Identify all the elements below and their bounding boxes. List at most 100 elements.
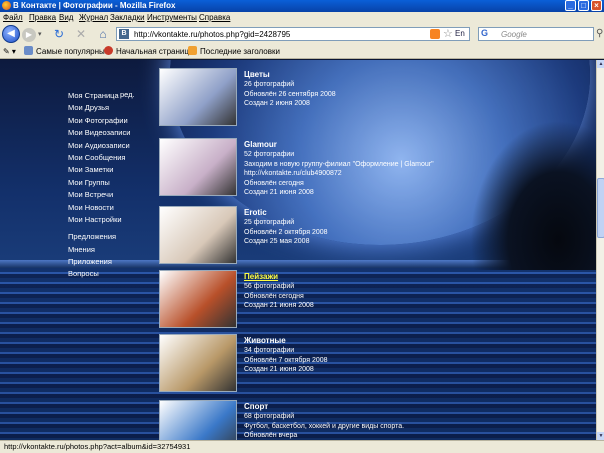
forward-button[interactable]: ▶: [22, 28, 36, 42]
page-content: ред. Моя Страница Мои Друзья Мои Фотогра…: [0, 60, 596, 440]
menu-questions[interactable]: Вопросы: [68, 268, 158, 280]
album-title[interactable]: Спорт: [244, 401, 454, 412]
album-thumbnail[interactable]: [159, 334, 237, 392]
album-photo-count: 56 фотографий: [244, 283, 295, 290]
menu-view[interactable]: Вид: [59, 12, 73, 24]
history-dropdown-icon[interactable]: ▾: [38, 30, 42, 38]
search-input[interactable]: Google: [501, 29, 527, 40]
album-created: Создан 21 июня 2008: [244, 302, 314, 309]
album-thumbnail[interactable]: [159, 206, 237, 264]
album-title[interactable]: Животные: [244, 335, 454, 346]
back-button[interactable]: ◀: [2, 25, 20, 43]
menu-opinions[interactable]: Мнения: [68, 244, 158, 256]
bookmark-folder-icon: [24, 46, 33, 55]
album-created: Создан 2 июня 2008: [244, 100, 310, 107]
menu-edit[interactable]: Правка: [29, 12, 56, 24]
stop-icon[interactable]: ✕: [74, 27, 88, 41]
scroll-down-icon[interactable]: ▼: [597, 432, 604, 440]
left-menu: ред. Моя Страница Мои Друзья Мои Фотогра…: [68, 90, 158, 281]
menu-my-news[interactable]: Мои Новости: [68, 202, 158, 214]
menu-my-groups[interactable]: Мои Группы: [68, 177, 158, 189]
album-thumbnail[interactable]: [159, 270, 237, 328]
album-info: Erotic 25 фотографий Обновлён 2 октября …: [244, 207, 454, 247]
edit-menu-link[interactable]: ред.: [120, 90, 135, 99]
title-bar: В Контакте | Фотографии - Mozilla Firefo…: [0, 0, 604, 12]
album-thumbnail[interactable]: [159, 68, 237, 126]
menu-offers[interactable]: Предложения: [68, 231, 158, 243]
menu-tools[interactable]: Инструменты: [147, 12, 197, 24]
menu-file[interactable]: Файл: [3, 12, 23, 24]
firefox-icon: [2, 1, 11, 10]
album-link[interactable]: http://vkontakte.ru/club4900872: [244, 169, 454, 179]
album-item[interactable]: Животные 34 фотографии Обновлён 7 октябр…: [159, 334, 449, 394]
album-title[interactable]: Glamour: [244, 139, 454, 150]
album-title[interactable]: Цветы: [244, 69, 454, 80]
page-scrollbar[interactable]: ▲ ▼: [596, 60, 604, 440]
menu-my-videos[interactable]: Мои Видеозаписи: [68, 127, 158, 139]
language-indicator[interactable]: En: [455, 29, 465, 38]
album-item[interactable]: Цветы 26 фотографий Обновлён 26 сентября…: [159, 68, 449, 128]
album-item[interactable]: Пейзажи 56 фотографий Обновлён сегодня С…: [159, 270, 449, 330]
album-photo-count: 68 фотографий: [244, 413, 295, 420]
scroll-thumb[interactable]: [597, 178, 604, 238]
bookmark-star-icon[interactable]: ☆: [443, 27, 453, 40]
status-bar: http://vkontakte.ru/photos.php?act=album…: [0, 440, 604, 453]
album-title[interactable]: Пейзажи: [244, 271, 454, 282]
search-box[interactable]: G Google: [478, 27, 594, 41]
album-created: Создан 21 июня 2008: [244, 366, 314, 373]
album-created: Создан 21 июня 2008: [244, 189, 314, 196]
site-favicon-icon: В: [119, 29, 129, 39]
menu-my-notes[interactable]: Мои Заметки: [68, 164, 158, 176]
album-updated: Обновлён вчера: [244, 432, 298, 439]
menu-my-friends[interactable]: Мои Друзья: [68, 102, 158, 114]
album-updated: Обновлён 2 октября 2008: [244, 228, 328, 236]
menu-my-page[interactable]: Моя Страница: [68, 90, 158, 102]
google-icon[interactable]: G: [481, 28, 488, 38]
album-updated: Обновлён сегодня: [244, 292, 304, 300]
album-item[interactable]: Glamour 52 фотографии Заходим в новую гр…: [159, 138, 449, 198]
menu-history[interactable]: Журнал: [79, 12, 108, 24]
album-item[interactable]: Erotic 25 фотографий Обновлён 2 октября …: [159, 206, 449, 266]
background-tree: [470, 120, 596, 270]
bookmark-page-icon: [104, 46, 113, 55]
album-thumbnail[interactable]: [159, 400, 237, 440]
album-updated: Обновлён 7 октября 2008: [244, 356, 328, 364]
bookmark-label: Начальная страница: [116, 47, 194, 56]
bookmark-label: Последние заголовки: [200, 47, 280, 56]
album-title[interactable]: Erotic: [244, 207, 454, 218]
album-photo-count: 25 фотографий: [244, 219, 295, 226]
album-thumbnail[interactable]: [159, 138, 237, 196]
menu-my-messages[interactable]: Мои Сообщения: [68, 152, 158, 164]
album-info: Животные 34 фотографии Обновлён 7 октябр…: [244, 335, 454, 375]
album-description: Футбол, баскетбол, хоккей и другие виды …: [244, 422, 405, 430]
reload-icon[interactable]: ↻: [52, 27, 66, 41]
bookmark-label: Самые популярные: [36, 47, 110, 56]
menu-my-events[interactable]: Мои Встречи: [68, 189, 158, 201]
menu-bookmarks[interactable]: Закладки: [110, 12, 145, 24]
address-bar[interactable]: В http://vkontakte.ru/photos.php?gid=242…: [116, 27, 470, 41]
minimize-button[interactable]: _: [565, 0, 576, 11]
bookmark-latest-headlines[interactable]: Последние заголовки: [188, 44, 280, 59]
close-button[interactable]: ×: [591, 0, 602, 11]
search-icon[interactable]: ⚲: [596, 28, 603, 39]
bookmark-home-page[interactable]: Начальная страница: [104, 44, 193, 59]
album-item[interactable]: Спорт 68 фотографий Футбол, баскетбол, х…: [159, 400, 449, 440]
maximize-button[interactable]: □: [578, 0, 589, 11]
rss-icon[interactable]: [430, 29, 440, 39]
bookmarks-toolbar: ✎ ▾ Самые популярные Начальная страница …: [0, 44, 604, 59]
menu-applications[interactable]: Приложения: [68, 256, 158, 268]
bookmark-tools-icon[interactable]: ✎ ▾: [3, 44, 16, 59]
menu-my-photos[interactable]: Мои Фотографии: [68, 115, 158, 127]
scroll-up-icon[interactable]: ▲: [597, 60, 604, 68]
menu-my-audio[interactable]: Мои Аудиозаписи: [68, 140, 158, 152]
album-photo-count: 26 фотографий: [244, 81, 295, 88]
menu-help[interactable]: Справка: [199, 12, 230, 24]
album-info: Glamour 52 фотографии Заходим в новую гр…: [244, 139, 454, 198]
status-text: http://vkontakte.ru/photos.php?act=album…: [4, 442, 191, 451]
url-text[interactable]: http://vkontakte.ru/photos.php?gid=24287…: [134, 29, 290, 40]
home-icon[interactable]: ⌂: [96, 27, 110, 41]
window-title: В Контакте | Фотографии - Mozilla Firefo…: [13, 1, 176, 10]
album-created: Создан 25 мая 2008: [244, 238, 310, 245]
bookmark-most-visited[interactable]: Самые популярные: [24, 44, 109, 59]
menu-my-settings[interactable]: Мои Настройки: [68, 214, 158, 226]
